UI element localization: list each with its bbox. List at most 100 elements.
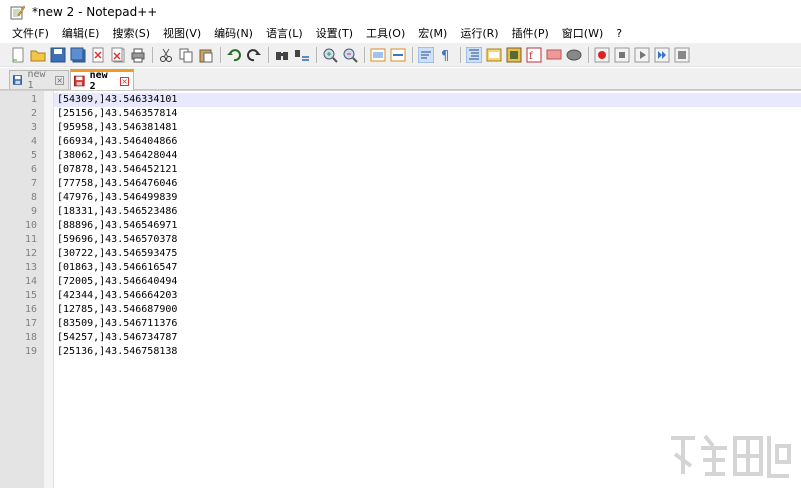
line-text[interactable]: [25136,]43.546758138 — [57, 345, 177, 359]
monitor-icon[interactable] — [546, 47, 562, 63]
menu-item[interactable]: 工具(O) — [359, 24, 411, 43]
svg-text:¶: ¶ — [441, 49, 449, 63]
show-all-chars-icon[interactable]: ¶ — [438, 47, 454, 64]
line-number: 7 — [30, 178, 37, 189]
line-text[interactable]: [47976,]43.546499839 — [57, 191, 177, 205]
text-line[interactable]: 13 [01863,]43.546616547 — [0, 261, 801, 275]
line-text[interactable]: [59696,]43.546570378 — [57, 233, 177, 247]
toolbar-separator — [588, 46, 589, 63]
close-icon[interactable] — [90, 47, 106, 63]
menu-item[interactable]: 视图(V) — [156, 24, 207, 43]
menu-item[interactable]: 语言(L) — [259, 24, 309, 43]
line-text[interactable]: [18331,]43.546523486 — [57, 205, 177, 219]
menu-item[interactable]: 编码(N) — [207, 24, 259, 43]
line-text[interactable]: [38062,]43.546428044 — [57, 149, 177, 163]
line-text[interactable]: [07878,]43.546452121 — [57, 163, 177, 177]
text-line[interactable]: 4 [66934,]43.546404866 — [0, 135, 801, 149]
tab-label: new 1 — [27, 69, 46, 91]
text-line[interactable]: 10 [88896,]43.546546971 — [0, 219, 801, 233]
text-line[interactable]: 11 [59696,]43.546570378 — [0, 233, 801, 247]
line-text[interactable]: [42344,]43.546664203 — [57, 289, 177, 303]
sync-horizontal-icon[interactable] — [390, 47, 406, 63]
zoom-in-icon[interactable] — [322, 47, 338, 63]
unsaved-file-icon — [13, 75, 23, 85]
menu-item[interactable]: 设置(T) — [309, 24, 359, 43]
text-line[interactable]: 3 [95958,]43.546381481 — [0, 121, 801, 135]
tab-close-icon[interactable]: × — [120, 76, 129, 86]
line-text[interactable]: [12785,]43.546687900 — [57, 303, 177, 317]
text-line[interactable]: 7 [77758,]43.546476046 — [0, 177, 801, 191]
menu-item[interactable]: ? — [609, 24, 628, 43]
function-list-icon[interactable]: f — [526, 47, 542, 63]
find-icon[interactable] — [274, 47, 290, 63]
text-line[interactable]: 18 [54257,]43.546734787 — [0, 331, 801, 345]
text-line[interactable]: 17 [83509,]43.546711376 — [0, 317, 801, 331]
folder-as-workspace-icon[interactable] — [506, 47, 522, 63]
text-line[interactable]: 6 [07878,]43.546452121 — [0, 163, 801, 177]
line-text[interactable]: [01863,]43.546616547 — [57, 261, 177, 275]
line-number: 12 — [24, 248, 37, 259]
copy-icon[interactable] — [178, 47, 194, 63]
new-file-icon[interactable] — [10, 47, 26, 63]
paste-icon[interactable] — [198, 47, 214, 63]
line-text[interactable]: [72005,]43.546640494 — [57, 275, 177, 289]
text-line[interactable]: 1 [54309,]43.546334101 — [0, 93, 801, 107]
doc-map-icon[interactable] — [486, 47, 502, 63]
line-text[interactable]: [25156,]43.546357814 — [57, 107, 177, 121]
toolbar-separator — [364, 46, 365, 63]
line-text[interactable]: [77758,]43.546476046 — [57, 177, 177, 191]
line-text[interactable]: [54257,]43.546734787 — [57, 331, 177, 345]
text-line[interactable]: 8 [47976,]43.546499839 — [0, 191, 801, 205]
save-all-icon[interactable] — [70, 47, 86, 63]
close-all-icon[interactable] — [110, 47, 126, 63]
menu-item[interactable]: 文件(F) — [0, 24, 55, 43]
text-line[interactable]: 14 [72005,]43.546640494 — [0, 275, 801, 289]
menu-item[interactable]: 插件(P) — [505, 24, 555, 43]
print-icon[interactable] — [130, 47, 146, 63]
redo-icon[interactable] — [246, 47, 262, 63]
line-text[interactable]: [83509,]43.546711376 — [57, 317, 177, 331]
indent-guide-icon[interactable] — [465, 46, 483, 63]
menu-item[interactable]: 运行(R) — [453, 24, 504, 43]
line-number: 8 — [30, 192, 37, 203]
replace-icon[interactable] — [294, 47, 310, 63]
save-icon[interactable] — [50, 47, 66, 63]
sync-vertical-icon[interactable] — [370, 47, 386, 63]
line-text[interactable]: [88896,]43.546546971 — [57, 219, 177, 233]
text-line[interactable]: 16 [12785,]43.546687900 — [0, 303, 801, 317]
text-line[interactable]: 19 [25136,]43.546758138 — [0, 345, 801, 359]
open-file-icon[interactable] — [30, 47, 46, 63]
record-macro-icon[interactable] — [594, 47, 610, 63]
line-number: 13 — [24, 262, 37, 273]
menu-item[interactable]: 宏(M) — [411, 24, 453, 43]
menu-item[interactable]: 编辑(E) — [55, 24, 106, 43]
cut-icon[interactable] — [158, 47, 174, 63]
undo-icon[interactable] — [226, 47, 242, 63]
line-number: 6 — [30, 164, 37, 175]
text-line[interactable]: 5 [38062,]43.546428044 — [0, 149, 801, 163]
line-text[interactable]: [95958,]43.546381481 — [57, 121, 177, 135]
text-line[interactable]: 9 [18331,]43.546523486 — [0, 205, 801, 219]
menu-item[interactable]: 窗口(W) — [555, 24, 609, 43]
toolbar-separator — [412, 46, 413, 63]
play-macro-icon[interactable] — [634, 47, 650, 63]
text-line[interactable]: 12 [30722,]43.546593475 — [0, 247, 801, 261]
line-number: 16 — [24, 304, 37, 315]
text-lines[interactable]: 1 [54309,]43.546334101 2 [25156,]43.5463578… — [0, 93, 801, 359]
save-macro-icon[interactable] — [674, 47, 690, 63]
panel-icon[interactable] — [566, 47, 582, 63]
line-text[interactable]: [30722,]43.546593475 — [57, 247, 177, 261]
menu-item[interactable]: 搜索(S) — [105, 24, 156, 43]
line-text[interactable]: [54309,]43.546334101 — [57, 93, 177, 107]
menu-bar: 文件(F) 编辑(E) 搜索(S) 视图(V) 编码(N) 语言(L) 设置(T) 工具(O)… — [0, 24, 801, 43]
zoom-out-icon[interactable] — [342, 47, 358, 63]
text-line[interactable]: 15 [42344,]43.546664203 — [0, 289, 801, 303]
tab-new-1[interactable]: new 1 × — [9, 69, 69, 91]
run-macro-multiple-icon[interactable] — [654, 47, 670, 63]
line-text[interactable]: [66934,]43.546404866 — [57, 135, 177, 149]
tab-close-icon[interactable]: × — [55, 75, 64, 85]
word-wrap-icon[interactable] — [417, 46, 435, 63]
tab-new-2[interactable]: new 2 × — [70, 69, 134, 92]
stop-record-icon[interactable] — [614, 47, 630, 63]
text-line[interactable]: 2 [25156,]43.546357814 — [0, 107, 801, 121]
